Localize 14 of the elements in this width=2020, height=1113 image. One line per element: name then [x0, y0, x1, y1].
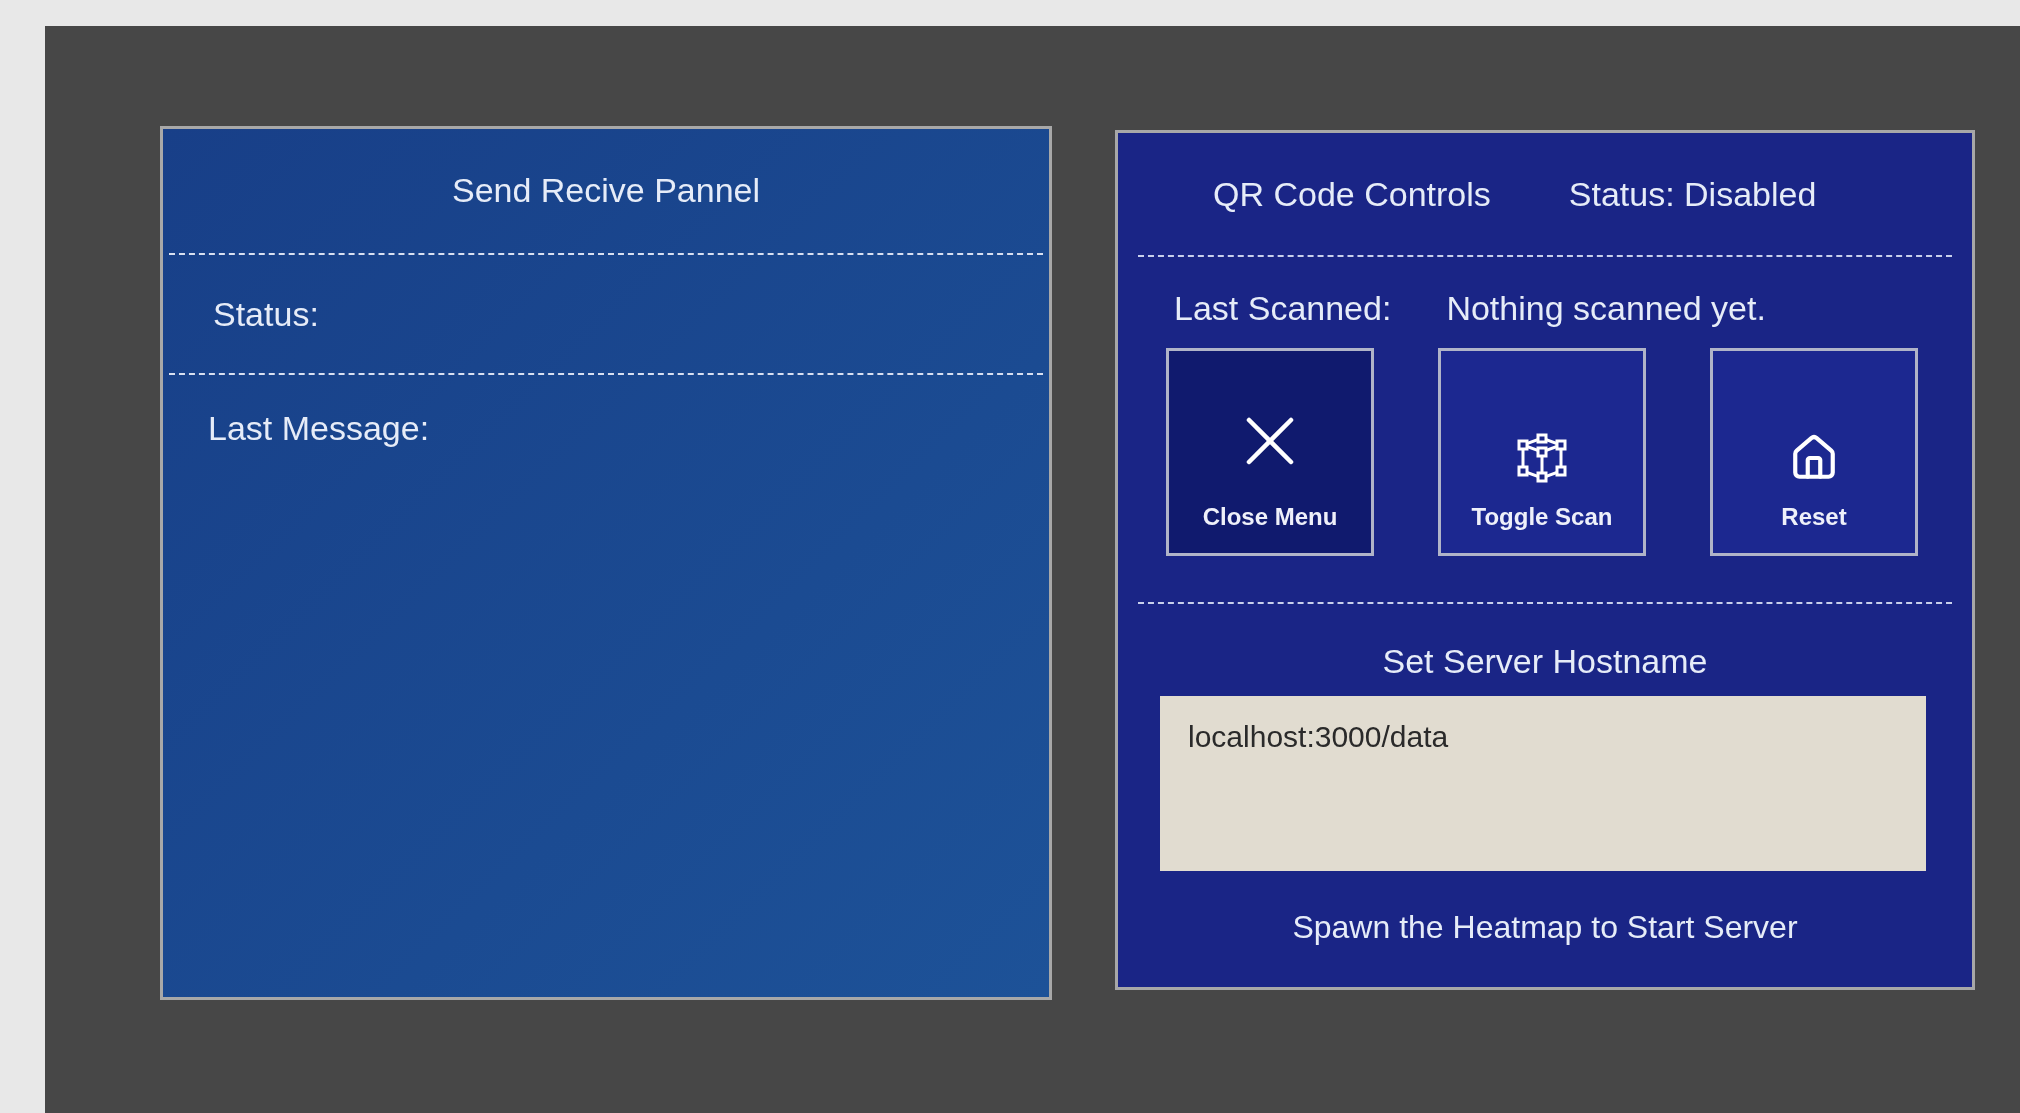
menu-button[interactable]: Close Menu — [1166, 348, 1374, 556]
cube-icon — [1517, 433, 1567, 483]
panel-title: Send Recive Pannel — [450, 170, 762, 211]
hostname-heading: Set Server Hostname — [1381, 641, 1709, 682]
last-message-label: Last Message: — [207, 408, 431, 449]
status-text: Status: Disabled — [1568, 174, 1817, 215]
menu-button[interactable]: Toggle Scan — [1438, 348, 1646, 556]
panel-title: QR Code Controls — [1213, 174, 1491, 215]
footer-text: Spawn the Heatmap to Start Server — [1291, 908, 1799, 947]
last-scanned-label: Last Scanned: — [1174, 288, 1392, 329]
status-label: Status: — [212, 294, 320, 335]
last-scanned-value: Nothing scanned yet. — [1446, 288, 1766, 329]
hostname-input-field[interactable]: localhost:3000/data — [1160, 696, 1926, 871]
menu-button[interactable]: Reset — [1710, 348, 1918, 556]
